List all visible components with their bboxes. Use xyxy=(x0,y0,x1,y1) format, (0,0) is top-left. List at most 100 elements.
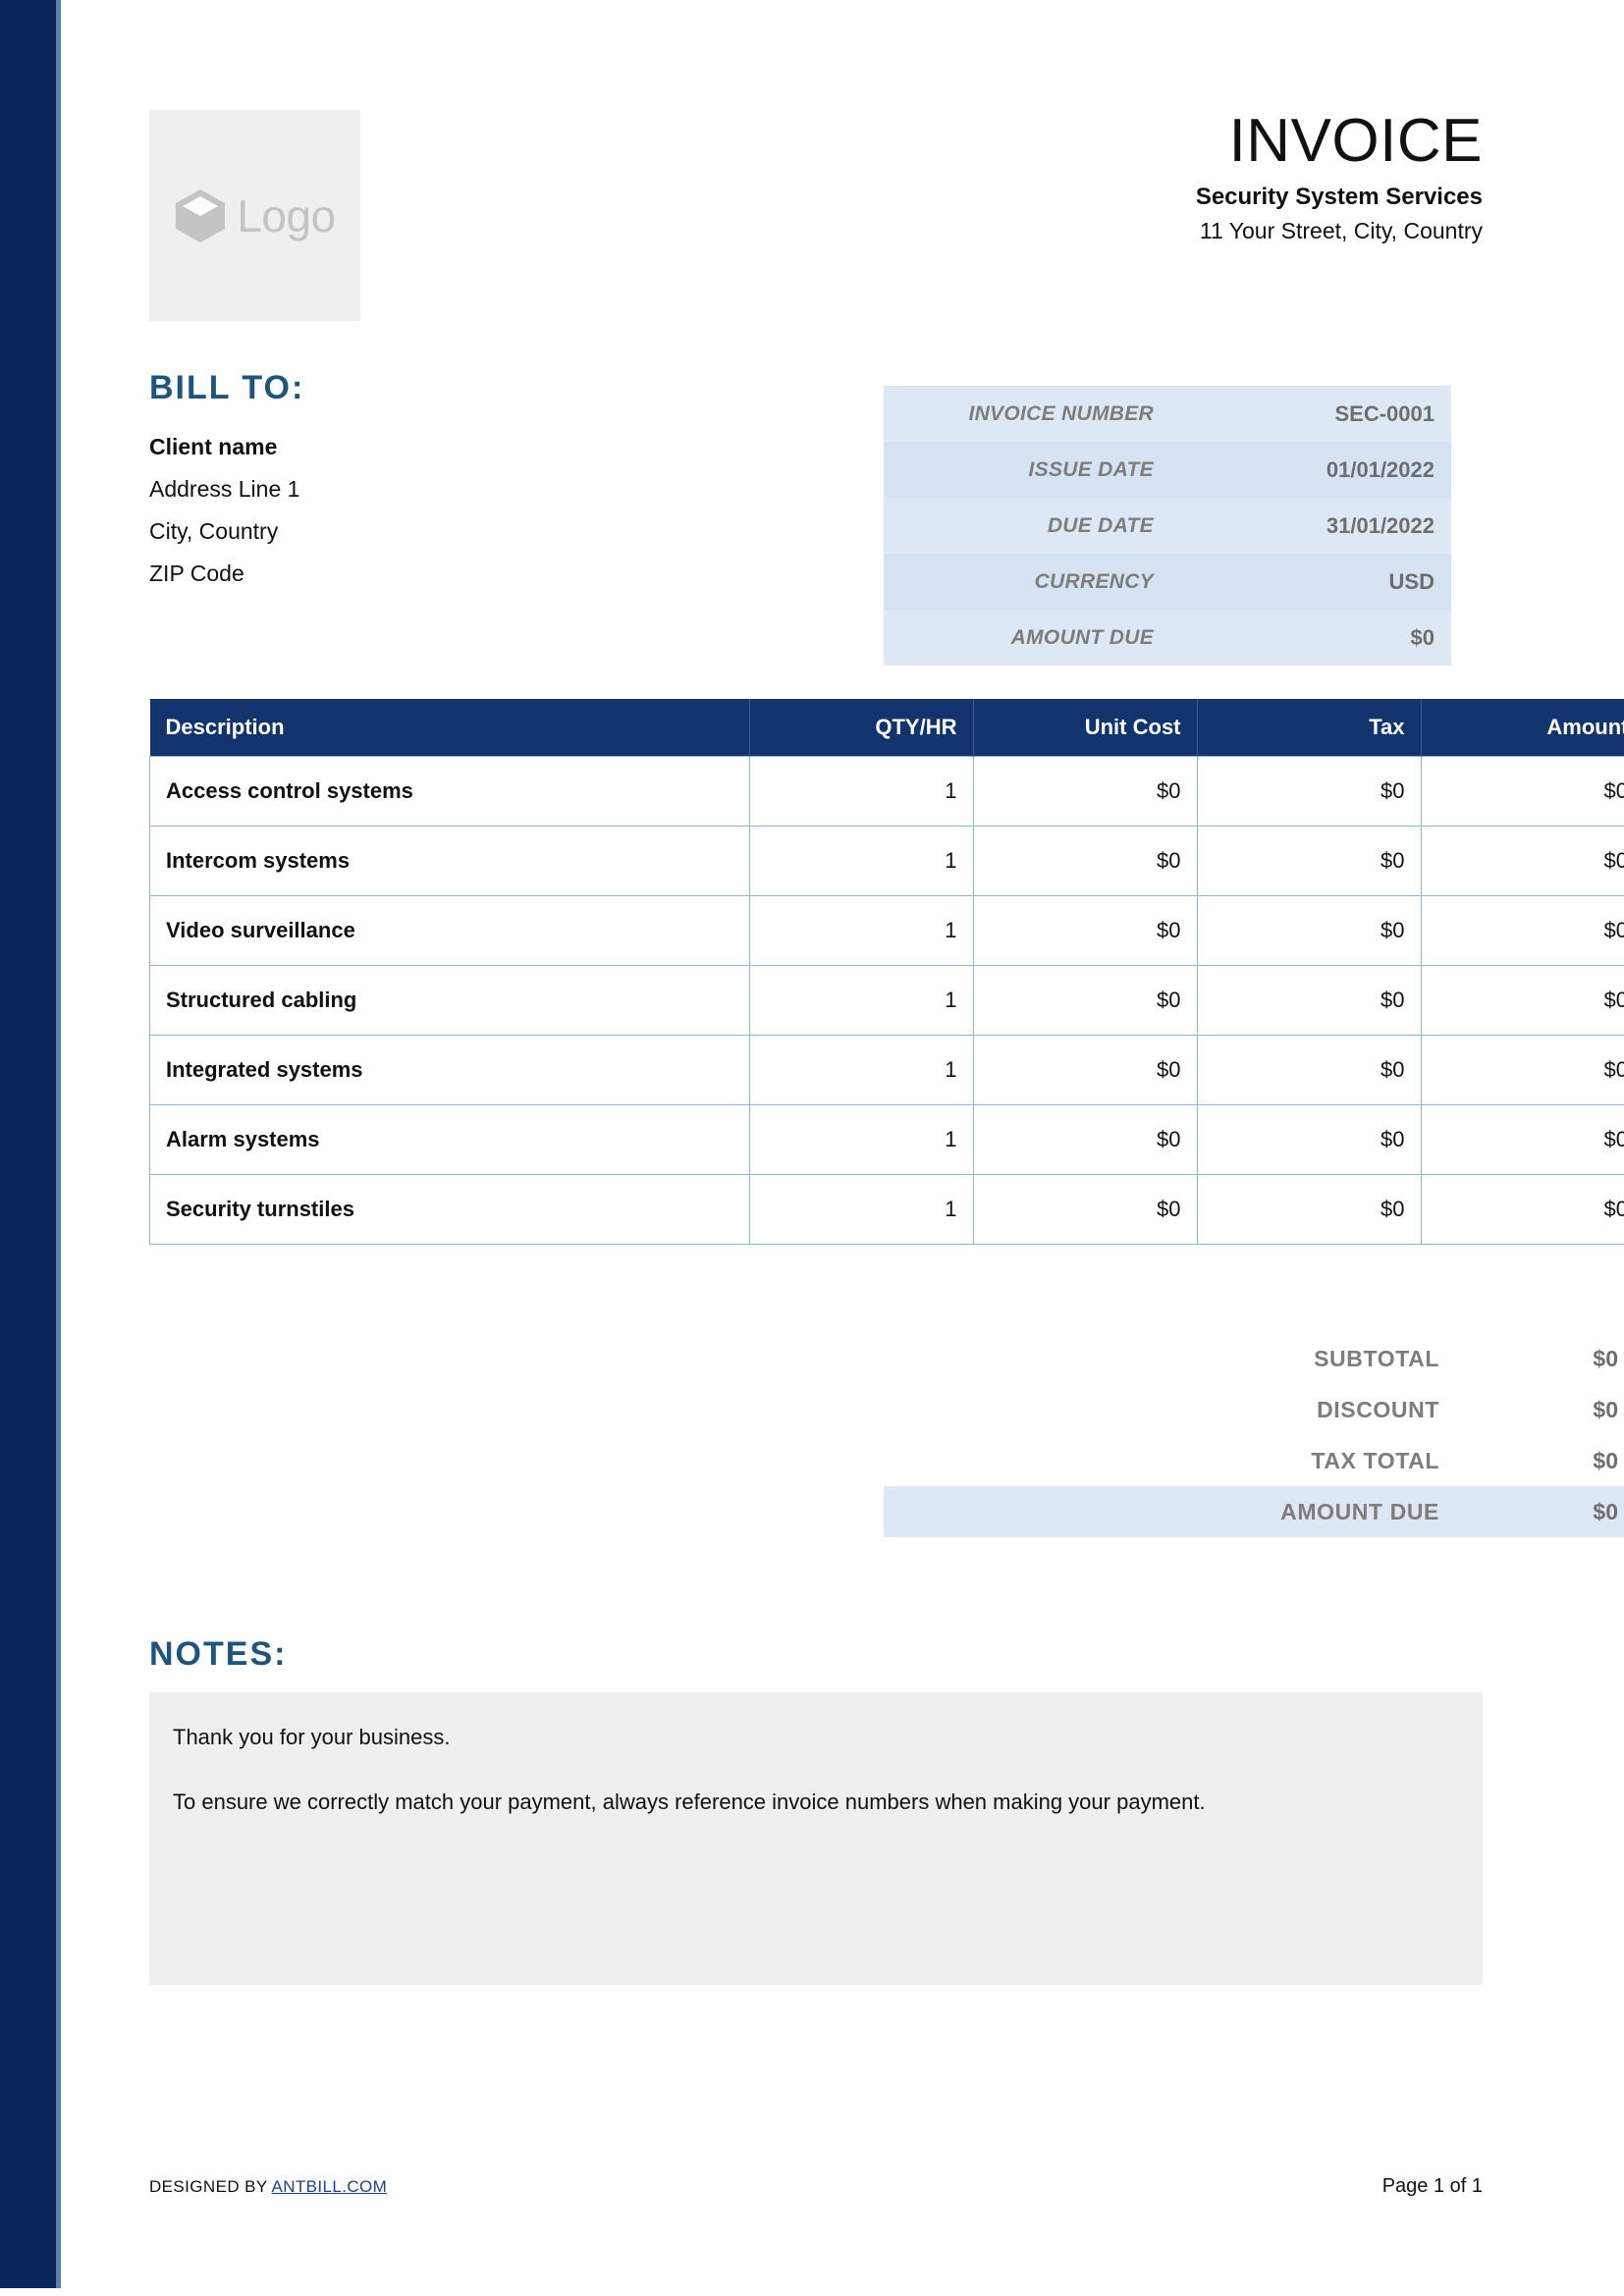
invoice-info-value: USD xyxy=(1388,568,1435,594)
item-amount: $0 xyxy=(1420,756,1624,827)
invoice-info-label: AMOUNT DUE xyxy=(1010,625,1154,649)
left-navy-bar xyxy=(0,0,56,2288)
item-amount: $0 xyxy=(1420,965,1624,1036)
page-footer: DESIGNED BY ANTBILL.COM Page 1 of 1 xyxy=(149,2175,1483,2198)
left-accent-bar xyxy=(56,0,61,2288)
column-header-description: Description xyxy=(149,699,750,757)
table-row: Intercom systems 1 $0 $0 $0 xyxy=(149,826,1624,896)
item-description: Integrated systems xyxy=(149,1035,750,1105)
invoice-info-row: CURRENCY USD xyxy=(884,554,1451,610)
invoice-info-label: DUE DATE xyxy=(1047,513,1154,537)
item-qty: 1 xyxy=(748,756,974,827)
item-description: Intercom systems xyxy=(149,826,750,896)
line-items-table: Description QTY/HR Unit Cost Tax Amount … xyxy=(149,699,1624,1245)
bill-to-section: BILL TO: Client name Address Line 1 City… xyxy=(149,371,758,595)
item-unit-cost: $0 xyxy=(972,1174,1198,1245)
table-header-row: Description QTY/HR Unit Cost Tax Amount xyxy=(149,699,1624,757)
invoice-info-row: INVOICE NUMBER SEC-0001 xyxy=(884,386,1451,442)
client-city-country: City, Country xyxy=(149,518,279,544)
notes-heading: NOTES: xyxy=(149,1635,288,1673)
total-row: DISCOUNT $0 xyxy=(884,1384,1624,1435)
table-row: Video surveillance 1 $0 $0 $0 xyxy=(149,895,1624,966)
designed-by: DESIGNED BY ANTBILL.COM xyxy=(149,2177,387,2197)
total-label: TAX TOTAL xyxy=(1311,1447,1439,1473)
logo-cube-icon xyxy=(174,187,227,244)
item-tax: $0 xyxy=(1196,1104,1422,1175)
invoice-info-label: INVOICE NUMBER xyxy=(968,401,1154,425)
column-header-amount: Amount xyxy=(1421,699,1624,757)
company-address: 11 Your Street, City, Country xyxy=(1199,218,1483,244)
invoice-info-value: 31/01/2022 xyxy=(1326,512,1435,538)
invoice-info-row: ISSUE DATE 01/01/2022 xyxy=(884,442,1451,498)
designed-by-prefix: DESIGNED BY xyxy=(149,2177,272,2196)
client-zip-code: ZIP Code xyxy=(149,561,244,586)
totals-section: SUBTOTAL $0 DISCOUNT $0 TAX TOTAL $0 AMOUNT DU… xyxy=(884,1333,1624,1537)
total-label: AMOUNT DUE xyxy=(1280,1498,1439,1524)
notes-box[interactable]: Thank you for your business. To ensure we… xyxy=(149,1692,1483,1985)
item-unit-cost: $0 xyxy=(972,1104,1198,1175)
antbill-link[interactable]: ANTBILL.COM xyxy=(271,2177,387,2196)
invoice-info-label: ISSUE DATE xyxy=(1028,457,1154,481)
invoice-info-value: SEC-0001 xyxy=(1334,400,1435,426)
item-tax: $0 xyxy=(1196,826,1422,896)
note-paragraph: Thank you for your business. xyxy=(173,1725,451,1749)
item-amount: $0 xyxy=(1420,1035,1624,1105)
table-row: Security turnstiles 1 $0 $0 $0 xyxy=(149,1174,1624,1245)
invoice-info-label: CURRENCY xyxy=(1034,569,1154,593)
item-description: Video surveillance xyxy=(149,895,750,966)
item-unit-cost: $0 xyxy=(972,826,1198,896)
item-unit-cost: $0 xyxy=(972,756,1198,827)
column-header-unit-cost: Unit Cost xyxy=(973,699,1198,757)
item-tax: $0 xyxy=(1196,895,1422,966)
item-tax: $0 xyxy=(1196,965,1422,1036)
invoice-info-row: AMOUNT DUE $0 xyxy=(884,610,1451,666)
item-unit-cost: $0 xyxy=(972,965,1198,1036)
invoice-info-value: $0 xyxy=(1410,624,1435,650)
notes-section: NOTES: Thank you for your business. To en… xyxy=(149,1637,1483,1985)
item-qty: 1 xyxy=(748,1035,974,1105)
invoice-info-value: 01/01/2022 xyxy=(1326,456,1435,482)
invoice-info-row: DUE DATE 31/01/2022 xyxy=(884,498,1451,554)
item-unit-cost: $0 xyxy=(972,1035,1198,1105)
client-name: Client name xyxy=(149,434,278,459)
item-amount: $0 xyxy=(1420,895,1624,966)
item-amount: $0 xyxy=(1420,1104,1624,1175)
item-description: Security turnstiles xyxy=(149,1174,750,1245)
total-row: TAX TOTAL $0 xyxy=(884,1435,1624,1486)
item-qty: 1 xyxy=(748,1174,974,1245)
table-row: Access control systems 1 $0 $0 $0 xyxy=(149,756,1624,827)
total-value: $0 xyxy=(1593,1345,1618,1371)
item-qty: 1 xyxy=(748,1104,974,1175)
invoice-header: Logo INVOICE Security System Services 11… xyxy=(149,110,1483,326)
table-row: Alarm systems 1 $0 $0 $0 xyxy=(149,1104,1624,1175)
total-value: $0 xyxy=(1593,1447,1618,1473)
client-address-line-1: Address Line 1 xyxy=(149,476,300,502)
table-row: Integrated systems 1 $0 $0 $0 xyxy=(149,1035,1624,1105)
table-row: Structured cabling 1 $0 $0 $0 xyxy=(149,965,1624,1036)
item-tax: $0 xyxy=(1196,1174,1422,1245)
item-description: Structured cabling xyxy=(149,965,750,1036)
note-paragraph: To ensure we correctly match your paymen… xyxy=(173,1789,1206,1814)
bill-to-heading: BILL TO: xyxy=(149,369,305,406)
total-label: DISCOUNT xyxy=(1317,1396,1439,1422)
total-value: $0 xyxy=(1593,1396,1618,1422)
logo-text: Logo xyxy=(237,189,336,241)
item-unit-cost: $0 xyxy=(972,895,1198,966)
invoice-content: Logo INVOICE Security System Services 11… xyxy=(149,0,1624,2296)
column-header-tax: Tax xyxy=(1197,699,1422,757)
total-value: $0 xyxy=(1593,1498,1618,1524)
page-indicator: Page 1 of 1 xyxy=(1381,2175,1483,2197)
invoice-info-box: INVOICE NUMBER SEC-0001 ISSUE DATE 01/01/20… xyxy=(884,386,1451,666)
item-tax: $0 xyxy=(1196,756,1422,827)
company-name: Security System Services xyxy=(1195,184,1483,211)
item-qty: 1 xyxy=(748,826,974,896)
logo-placeholder[interactable]: Logo xyxy=(149,110,360,321)
header-right-block: INVOICE Security System Services 11 Your… xyxy=(599,110,1483,244)
item-amount: $0 xyxy=(1420,1174,1624,1245)
item-amount: $0 xyxy=(1420,826,1624,896)
item-qty: 1 xyxy=(748,895,974,966)
item-description: Access control systems xyxy=(149,756,750,827)
column-header-qty: QTY/HR xyxy=(749,699,974,757)
item-description: Alarm systems xyxy=(149,1104,750,1175)
total-label: SUBTOTAL xyxy=(1314,1345,1439,1371)
